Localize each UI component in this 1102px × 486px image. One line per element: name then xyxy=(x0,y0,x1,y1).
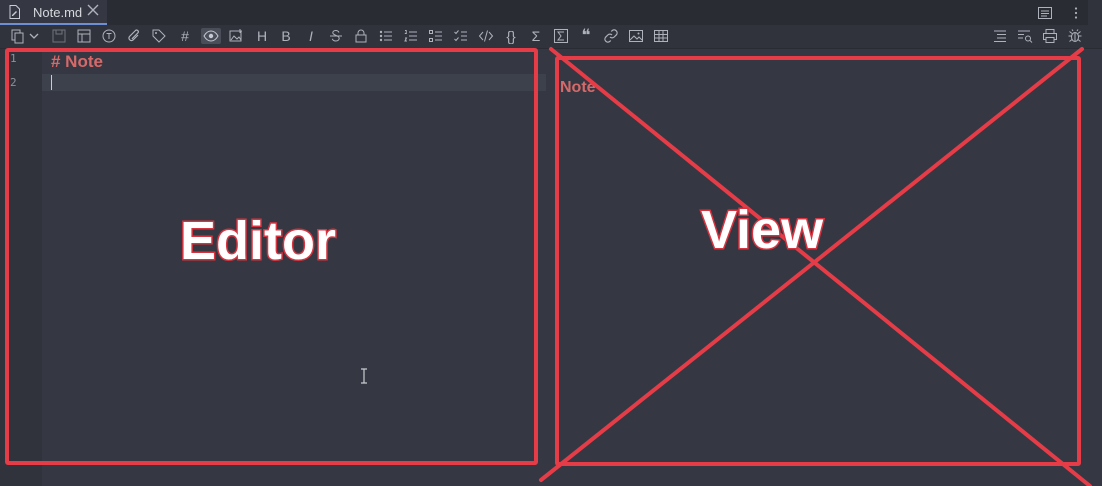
link-icon[interactable] xyxy=(603,28,619,44)
math-block-icon[interactable] xyxy=(553,28,569,44)
hash-icon[interactable]: # xyxy=(177,28,193,44)
markdown-toolbar: # H B I {} Σ ❝ xyxy=(0,25,1102,49)
view-annotation-label: View xyxy=(699,199,824,262)
file-edit-icon xyxy=(9,5,20,19)
debug-bug-icon[interactable] xyxy=(1067,28,1083,44)
checklist-icon[interactable] xyxy=(453,28,469,44)
editor-annotation-label: Editor xyxy=(179,210,338,273)
save-icon[interactable] xyxy=(51,28,67,44)
italic-icon[interactable]: I xyxy=(303,28,319,44)
close-icon[interactable] xyxy=(86,3,100,17)
attachment-icon[interactable] xyxy=(126,28,142,44)
side-strip xyxy=(1088,0,1102,25)
strikethrough-icon[interactable] xyxy=(328,28,344,44)
preview-eye-icon[interactable] xyxy=(201,28,221,44)
bold-icon[interactable]: B xyxy=(278,28,294,44)
tab-bar: Note.md xyxy=(0,0,1102,25)
find-in-text-icon[interactable] xyxy=(1017,28,1033,44)
code-icon[interactable] xyxy=(478,28,494,44)
tab-note-md[interactable]: Note.md xyxy=(0,0,107,25)
chevron-down-icon[interactable] xyxy=(28,28,40,44)
image-icon[interactable] xyxy=(628,28,644,44)
heading-icon[interactable]: H xyxy=(254,28,270,44)
code-block-icon[interactable]: {} xyxy=(503,28,519,44)
numbered-list-icon[interactable] xyxy=(403,28,419,44)
tab-label: Note.md xyxy=(33,5,83,20)
tag-icon[interactable] xyxy=(151,28,167,44)
reader-mode-icon[interactable] xyxy=(1037,5,1053,21)
template-icon[interactable] xyxy=(76,28,92,44)
table-icon[interactable] xyxy=(653,28,669,44)
text-circle-icon[interactable] xyxy=(101,28,117,44)
bullet-list-icon[interactable] xyxy=(378,28,394,44)
editor-mode-icon[interactable] xyxy=(10,28,26,44)
insert-image-icon[interactable] xyxy=(228,28,244,44)
print-icon[interactable] xyxy=(1042,28,1058,44)
math-sigma-icon[interactable]: Σ xyxy=(528,28,544,44)
more-vert-icon[interactable] xyxy=(1068,5,1084,21)
toc-icon[interactable] xyxy=(992,28,1008,44)
lock-icon[interactable] xyxy=(353,28,369,44)
view-highlight-box xyxy=(555,56,1081,466)
outline-list-icon[interactable] xyxy=(428,28,444,44)
quote-icon[interactable]: ❝ xyxy=(578,26,594,45)
